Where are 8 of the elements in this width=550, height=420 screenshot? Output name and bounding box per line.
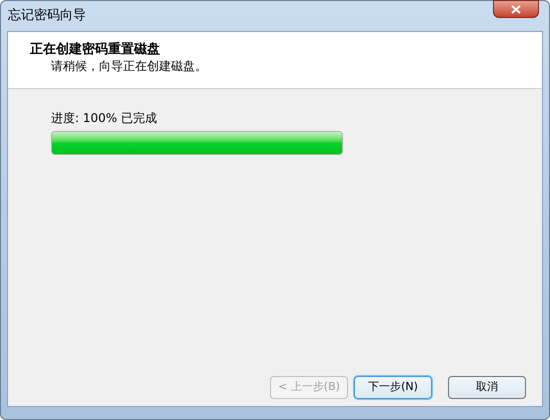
wizard-button[interactable]: 取消 — [448, 376, 526, 399]
close-button[interactable] — [493, 0, 539, 18]
page-subtitle: 请稍候，向导正在创建磁盘。 — [50, 58, 208, 75]
close-icon — [511, 4, 521, 14]
wizard-button[interactable]: 下一步(N) — [354, 376, 432, 399]
progress-label: 进度: 100% 已完成 — [51, 110, 158, 126]
window-title: 忘记密码向导 — [7, 7, 86, 25]
page-title: 正在创建密码重置磁盘 — [30, 41, 161, 58]
